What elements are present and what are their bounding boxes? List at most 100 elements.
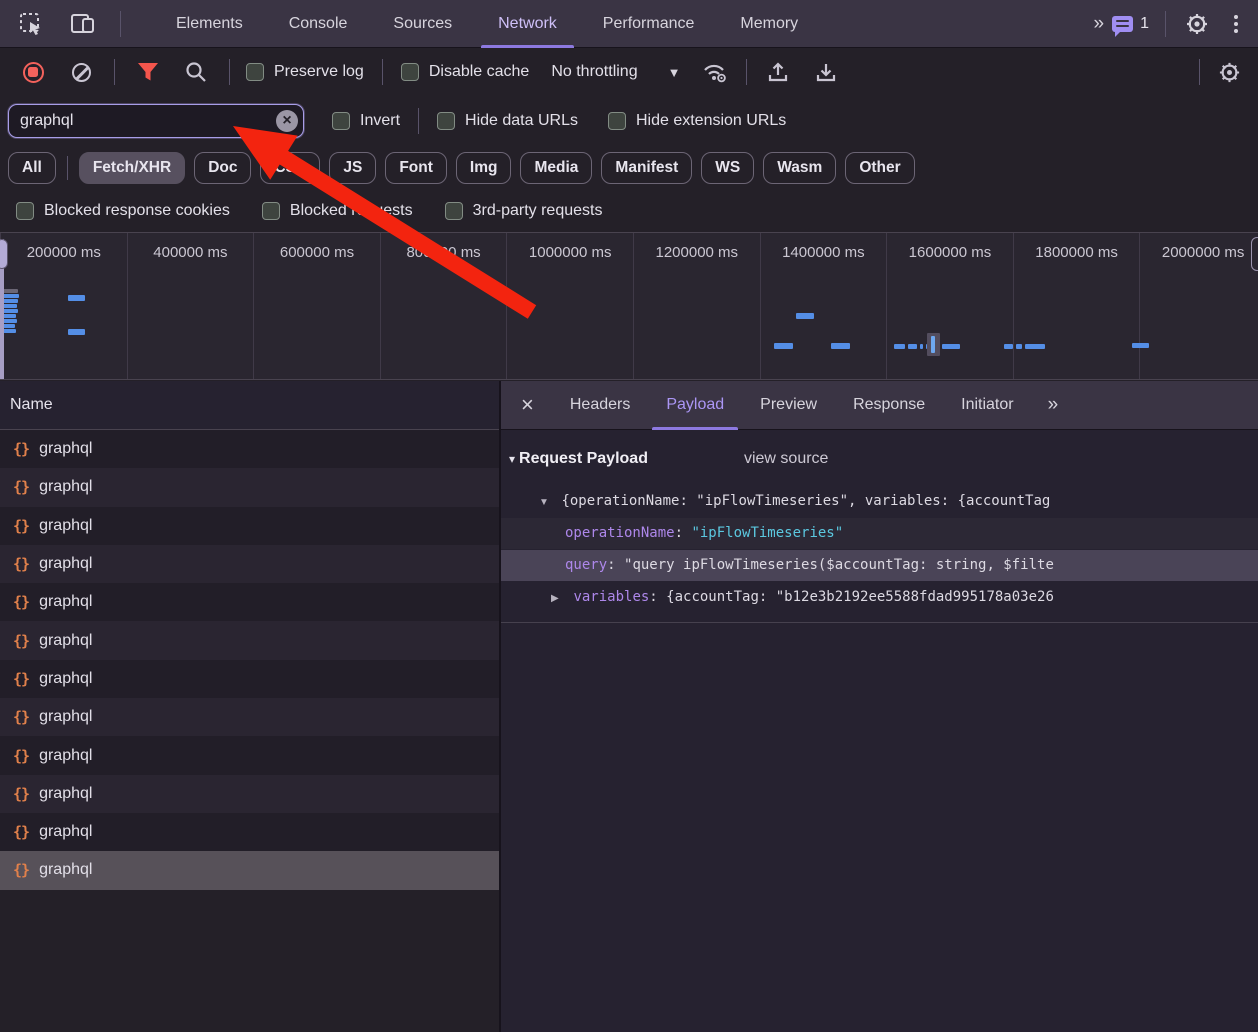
json-braces-icon: {} <box>13 555 29 573</box>
third-party-requests-checkbox[interactable] <box>445 202 463 220</box>
export-har-icon[interactable] <box>811 57 841 87</box>
request-row[interactable]: {} graphql <box>0 468 499 506</box>
json-value: "query ipFlowTimeseries($accountTag: str… <box>624 557 1054 573</box>
request-bar <box>2 319 17 323</box>
overview-left-handle[interactable] <box>0 239 8 269</box>
panel-tab[interactable]: Elements <box>153 0 266 48</box>
filter-chip[interactable]: Img <box>456 152 512 184</box>
divider <box>114 59 115 85</box>
request-bar <box>1004 344 1013 349</box>
close-detail-icon[interactable]: × <box>501 392 552 418</box>
device-toolbar-icon[interactable] <box>68 9 98 39</box>
request-row[interactable]: {} graphql <box>0 583 499 621</box>
request-row[interactable]: {} graphql <box>0 545 499 583</box>
preserve-log-checkbox[interactable] <box>246 63 264 81</box>
filter-chip[interactable]: Fetch/XHR <box>79 152 185 184</box>
detail-tab[interactable]: Payload <box>648 381 742 430</box>
payload-operation-line[interactable]: operationName: "ipFlowTimeseries" <box>501 518 1258 549</box>
divider <box>418 108 419 134</box>
timeline-tick-label: 1200000 ms <box>633 233 760 380</box>
record-network-log-icon[interactable] <box>18 57 48 87</box>
hide-data-urls-checkbox[interactable] <box>437 112 455 130</box>
clear-filter-icon[interactable]: × <box>276 110 298 132</box>
payload-variables-line[interactable]: ▶ variables: {accountTag: "b12e3b2192ee5… <box>501 582 1258 613</box>
request-bar <box>831 343 850 349</box>
filter-chip[interactable]: All <box>8 152 56 184</box>
hide-extension-urls-checkbox[interactable] <box>608 112 626 130</box>
filter-funnel-icon[interactable] <box>133 57 163 87</box>
detail-tab[interactable]: Headers <box>552 381 648 430</box>
network-settings-gear-icon[interactable] <box>1214 57 1244 87</box>
detail-tabbar: × HeadersPayloadPreviewResponseInitiator… <box>501 381 1258 430</box>
panel-tab[interactable]: Console <box>266 0 371 48</box>
settings-gear-icon[interactable] <box>1182 9 1212 39</box>
disable-cache-label: Disable cache <box>429 63 530 81</box>
blocked-response-cookies-checkbox[interactable] <box>16 202 34 220</box>
network-conditions-icon[interactable] <box>700 57 730 87</box>
request-bar <box>920 344 923 349</box>
network-filter-row: × Invert Hide data URLs Hide extension U… <box>0 96 1258 146</box>
section-collapse-icon[interactable]: ▾ <box>509 452 515 466</box>
more-detail-tabs-icon[interactable]: » <box>1038 394 1067 416</box>
filter-chip[interactable]: Media <box>520 152 592 184</box>
request-row[interactable]: {} graphql <box>0 621 499 659</box>
detail-tab[interactable]: Response <box>835 381 943 430</box>
detail-tab[interactable]: Preview <box>742 381 835 430</box>
request-row[interactable]: {} graphql <box>0 507 499 545</box>
search-icon[interactable] <box>181 57 211 87</box>
detail-tab[interactable]: Initiator <box>943 381 1031 430</box>
payload-query-line[interactable]: query: "query ipFlowTimeseries($accountT… <box>501 550 1258 581</box>
panel-tab[interactable]: Performance <box>580 0 718 48</box>
expand-closed-icon[interactable]: ▶ <box>551 583 565 613</box>
overview-right-handle[interactable] <box>1251 237 1258 271</box>
panel-tab[interactable]: Network <box>475 0 580 48</box>
filter-input[interactable] <box>8 104 304 138</box>
expand-open-icon[interactable]: ▼ <box>539 487 553 517</box>
divider <box>382 59 383 85</box>
payload-section-title: Request Payload <box>519 450 648 468</box>
name-column-header[interactable]: Name <box>0 381 499 430</box>
json-braces-icon: {} <box>13 785 29 803</box>
request-bar <box>2 304 17 308</box>
request-name: graphql <box>39 478 92 496</box>
invert-checkbox[interactable] <box>332 112 350 130</box>
network-overview-timeline[interactable]: 200000 ms400000 ms600000 ms800000 ms1000… <box>0 232 1258 380</box>
throttling-dropdown[interactable]: No throttling ▼ <box>551 63 680 81</box>
request-bar <box>908 344 917 349</box>
clear-network-log-icon[interactable] <box>66 57 96 87</box>
request-row[interactable]: {} graphql <box>0 813 499 851</box>
request-row[interactable]: {} graphql <box>0 698 499 736</box>
filter-chip[interactable]: Manifest <box>601 152 692 184</box>
json-key: query <box>565 557 607 573</box>
more-panels-icon[interactable]: » <box>1084 13 1113 35</box>
filter-chip[interactable]: CSS <box>260 152 320 184</box>
view-source-link[interactable]: view source <box>744 450 828 468</box>
blocked-requests-checkbox[interactable] <box>262 202 280 220</box>
issues-counter[interactable]: 1 <box>1112 15 1149 33</box>
disable-cache-checkbox[interactable] <box>401 63 419 81</box>
inspect-element-icon[interactable] <box>16 9 46 39</box>
payload-root-preview: {operationName: "ipFlowTimeseries", vari… <box>561 493 1050 509</box>
filter-chip[interactable]: Other <box>845 152 914 184</box>
filter-chip[interactable]: Doc <box>194 152 251 184</box>
import-har-icon[interactable] <box>763 57 793 87</box>
request-bar <box>796 313 814 319</box>
filter-chip[interactable]: Wasm <box>763 152 836 184</box>
request-row[interactable]: {} graphql <box>0 430 499 468</box>
request-row[interactable]: {} graphql <box>0 775 499 813</box>
request-row[interactable]: {} graphql <box>0 660 499 698</box>
panel-tab[interactable]: Memory <box>717 0 821 48</box>
timeline-tick-label: 1000000 ms <box>506 233 633 380</box>
request-row[interactable]: {} graphql <box>0 851 499 889</box>
main-menu-icon[interactable] <box>1228 13 1244 35</box>
payload-root-line[interactable]: ▼ {operationName: "ipFlowTimeseries", va… <box>501 486 1258 517</box>
filter-chip[interactable]: WS <box>701 152 754 184</box>
filter-chip[interactable]: Font <box>385 152 447 184</box>
issues-count: 1 <box>1140 15 1149 33</box>
network-toolbar: Preserve log Disable cache No throttling… <box>0 48 1258 96</box>
divider <box>746 59 747 85</box>
panel-tab[interactable]: Sources <box>370 0 475 48</box>
request-row[interactable]: {} graphql <box>0 736 499 774</box>
filter-chip[interactable]: JS <box>329 152 376 184</box>
request-list-panel: Name {} graphql {} graphql {} graphql {}… <box>0 381 501 1032</box>
